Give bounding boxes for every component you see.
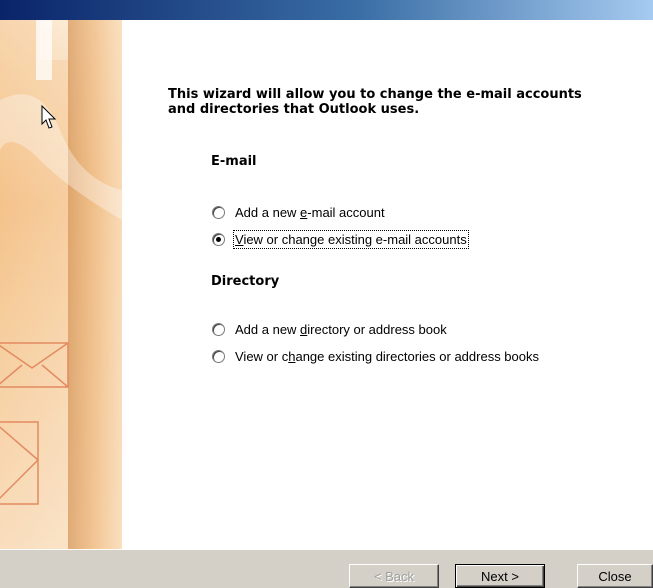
radio-label: Add a new e-mail account xyxy=(235,204,385,220)
radio-button-icon[interactable] xyxy=(212,322,225,336)
radio-view-change-email-accounts[interactable]: View or change existing e-mail accounts xyxy=(212,229,469,249)
radio-add-email-account[interactable]: Add a new e-mail account xyxy=(212,203,385,221)
directory-group-title: Directory xyxy=(211,274,280,289)
close-button[interactable]: Close xyxy=(577,564,653,588)
next-button[interactable]: Next > xyxy=(455,564,545,588)
radio-add-directory[interactable]: Add a new directory or address book xyxy=(212,320,447,338)
wizard-button-bar: < Back Next > Close xyxy=(0,549,653,588)
radio-button-icon[interactable] xyxy=(212,205,225,219)
envelope-banner-graphic xyxy=(0,20,122,549)
window-titlebar[interactable] xyxy=(0,0,653,20)
wizard-content-panel: This wizard will allow you to change the… xyxy=(122,20,653,549)
radio-label: Add a new directory or address book xyxy=(235,321,447,337)
radio-label: View or change existing e-mail accounts xyxy=(233,229,469,249)
wizard-intro-text: This wizard will allow you to change the… xyxy=(168,87,582,117)
radio-label: View or change existing directories or a… xyxy=(235,348,539,364)
wizard-side-banner xyxy=(0,20,122,549)
mouse-pointer-icon xyxy=(41,105,57,129)
radio-view-change-directories[interactable]: View or change existing directories or a… xyxy=(212,347,539,365)
back-button[interactable]: < Back xyxy=(349,564,439,588)
email-group-title: E-mail xyxy=(211,154,257,169)
radio-button-icon[interactable] xyxy=(212,349,225,363)
radio-button-selected-icon[interactable] xyxy=(212,232,225,246)
